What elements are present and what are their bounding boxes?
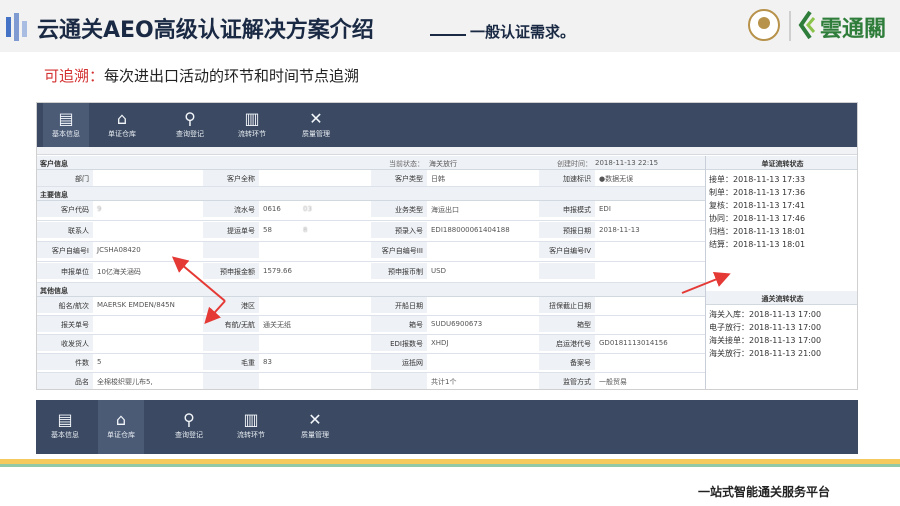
nav-label: 查询登记 bbox=[175, 431, 203, 439]
logo-divider bbox=[789, 11, 791, 41]
nav-flow-stage-bottom[interactable]: ▥ 流转环节 bbox=[228, 400, 274, 454]
nav-label: 流转环节 bbox=[237, 431, 265, 439]
nav-label: 单证仓库 bbox=[107, 431, 135, 439]
note-highlight: 可追溯： bbox=[44, 67, 105, 85]
system-screenshot: ▤ 基本信息 ⌂ 单证仓库 ⚲ 查询登记 ▥ 流转环节 ✕ 质量管理 客户信息 … bbox=[36, 102, 858, 390]
footer-bar-green bbox=[0, 464, 900, 467]
nav-query-register-bottom[interactable]: ⚲ 查询登记 bbox=[166, 400, 212, 454]
note-text: 每次进出口活动的环节和时间节点追溯 bbox=[104, 67, 360, 85]
arrow-to-customer-no bbox=[171, 256, 226, 302]
brand-mark-icon bbox=[798, 10, 816, 40]
search-register-icon: ⚲ bbox=[183, 410, 195, 429]
nav-label: 基本信息 bbox=[51, 431, 79, 439]
header-accent-bars bbox=[0, 13, 30, 41]
nav-quality-mgmt-bottom[interactable]: ✕ 质量管理 bbox=[292, 400, 338, 454]
warehouse-icon: ⌂ bbox=[115, 410, 127, 429]
title-dash bbox=[430, 34, 466, 36]
arrow-to-status bbox=[681, 272, 731, 294]
nav-doc-warehouse-bottom[interactable]: ⌂ 单证仓库 bbox=[98, 400, 144, 454]
bottom-nav-bar: ▤ 基本信息 ⌂ 单证仓库 ⚲ 查询登记 ▥ 流转环节 ✕ 质量管理 bbox=[36, 400, 858, 454]
brand-emblem-icon bbox=[748, 9, 780, 41]
footer-slogan: 一站式智能通关服务平台 bbox=[698, 485, 831, 499]
arrow-to-vessel bbox=[204, 300, 226, 324]
slide-title: 云通关AEO高级认证解决方案介绍 bbox=[37, 18, 374, 43]
clipboard-icon: ▥ bbox=[243, 410, 259, 429]
nav-label: 质量管理 bbox=[301, 431, 329, 439]
brand-logo-text: 雲通關 bbox=[820, 16, 887, 42]
slide-header: 云通关AEO高级认证解决方案介绍 一般认证需求。 雲通關 bbox=[0, 0, 900, 52]
nav-basic-info-bottom[interactable]: ▤ 基本信息 bbox=[42, 400, 88, 454]
document-icon: ▤ bbox=[57, 410, 73, 429]
slide-subtitle: 一般认证需求。 bbox=[470, 23, 576, 41]
traceability-note: 可追溯：每次进出口活动的环节和时间节点追溯 bbox=[44, 65, 359, 86]
tools-icon: ✕ bbox=[308, 410, 322, 429]
annotation-arrows bbox=[171, 256, 731, 324]
